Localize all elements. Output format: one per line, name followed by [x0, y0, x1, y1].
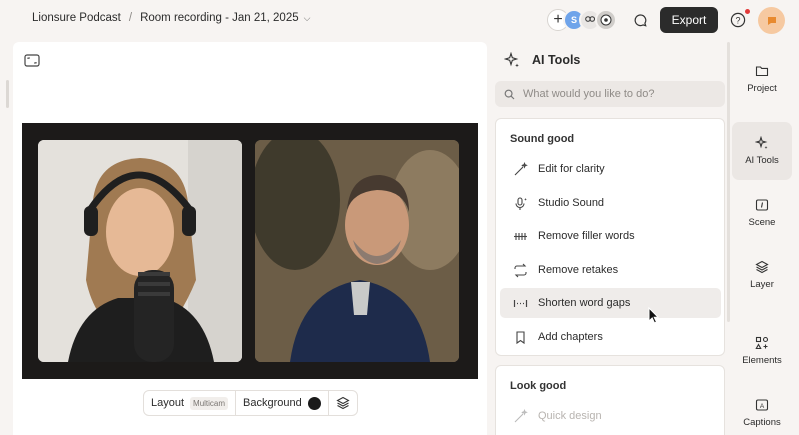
breadcrumb-file[interactable]: Room recording - Jan 21, 2025: [140, 12, 299, 24]
ai-tools-header: AI Tools: [504, 52, 580, 68]
canvas-controls: Layout Multicam Background: [143, 390, 358, 416]
tool-label: Remove retakes: [538, 264, 619, 276]
background-color-swatch[interactable]: [307, 396, 321, 410]
scene-icon: [755, 199, 769, 211]
rail-item-project[interactable]: Project: [732, 50, 792, 108]
svg-text:A: A: [760, 403, 765, 410]
svg-text:?: ?: [735, 15, 740, 25]
rail-item-layer[interactable]: Layer: [732, 246, 792, 304]
tool-label: Studio Sound: [538, 197, 605, 209]
tool-label: Remove filler words: [538, 230, 635, 242]
strikethrough-filler-icon: [514, 232, 527, 240]
rail-label: Scene: [748, 217, 776, 228]
chevron-down-icon[interactable]: ⌵: [304, 13, 311, 24]
folder-icon: [755, 66, 769, 77]
ai-panel-scrollbar[interactable]: [727, 42, 730, 322]
breadcrumb: Lionsure Podcast / Room recording - Jan …: [32, 12, 310, 24]
comment-icon[interactable]: [629, 9, 651, 31]
wand-icon: [514, 161, 528, 175]
background-label: Background: [243, 397, 302, 409]
tool-studio-sound[interactable]: Studio Sound: [500, 188, 721, 218]
tool-label: Shorten word gaps: [538, 297, 631, 309]
user-avatar[interactable]: [758, 7, 785, 34]
canvas-scrollbar[interactable]: [6, 80, 9, 108]
breadcrumb-separator: /: [128, 12, 133, 24]
bookmark-icon: [516, 330, 525, 344]
aspect-ratio-icon[interactable]: [24, 54, 40, 68]
section-heading: Look good: [510, 380, 567, 392]
tool-edit-for-clarity[interactable]: Edit for clarity: [500, 154, 721, 184]
rail-label: Project: [747, 83, 777, 94]
sound-good-section: Sound good Edit for clarity Studio Sound…: [495, 118, 725, 356]
collaborator-avatar-icon[interactable]: [595, 9, 617, 31]
tool-remove-filler-words[interactable]: Remove filler words: [500, 221, 721, 251]
mic-sparkle-icon: [515, 196, 527, 210]
rail-item-captions[interactable]: A Captions: [732, 384, 792, 435]
layers-icon: [336, 396, 350, 410]
rail-item-elements[interactable]: Elements: [732, 322, 792, 380]
notification-dot: [745, 9, 750, 14]
layers-icon: [755, 260, 769, 274]
sparkle-icon: [504, 52, 519, 68]
layers-button[interactable]: [329, 391, 357, 415]
export-button[interactable]: Export: [660, 7, 718, 33]
ai-tools-title: AI Tools: [532, 53, 581, 67]
rail-label: Layer: [750, 279, 774, 290]
repeat-icon: [514, 263, 527, 277]
ai-search-bar[interactable]: [495, 81, 725, 107]
chat-icon: [767, 16, 776, 25]
top-bar: Lionsure Podcast / Room recording - Jan …: [0, 0, 799, 40]
layout-control[interactable]: Layout Multicam: [144, 391, 237, 415]
rail-item-scene[interactable]: Scene: [732, 184, 792, 242]
tool-label: Quick design: [538, 410, 602, 422]
layout-label: Layout: [151, 397, 185, 409]
search-icon: [504, 89, 515, 99]
tool-shorten-word-gaps[interactable]: Shorten word gaps: [500, 288, 721, 318]
sparkle-icon: [755, 136, 768, 149]
tool-quick-design[interactable]: Quick design: [500, 401, 721, 431]
camera-feed-host[interactable]: [38, 140, 242, 362]
tool-remove-retakes[interactable]: Remove retakes: [500, 255, 721, 285]
layout-tag: Multicam: [190, 396, 229, 410]
section-heading: Sound good: [510, 133, 575, 145]
breadcrumb-project[interactable]: Lionsure Podcast: [32, 12, 121, 24]
gap-icon: [513, 299, 528, 307]
rail-label: Elements: [742, 355, 782, 366]
rail-label: Captions: [743, 417, 781, 428]
rail-item-ai-tools[interactable]: AI Tools: [732, 122, 792, 180]
tool-add-chapters[interactable]: Add chapters: [500, 322, 721, 352]
elements-icon: [755, 336, 769, 350]
mouse-cursor-icon: [648, 306, 660, 324]
collaborators: + S: [547, 8, 617, 32]
background-control[interactable]: Background: [236, 391, 329, 415]
tool-label: Add chapters: [538, 331, 603, 343]
wand-icon: [514, 408, 528, 422]
look-good-section: Look good Quick design: [495, 365, 725, 435]
ai-search-input[interactable]: [523, 88, 713, 100]
rail-label: AI Tools: [745, 155, 779, 166]
captions-icon: A: [755, 399, 769, 411]
right-rail: Project AI Tools Scene Layer Elements A …: [732, 42, 792, 435]
camera-feed-guest[interactable]: [255, 140, 459, 362]
tool-label: Edit for clarity: [538, 163, 605, 175]
